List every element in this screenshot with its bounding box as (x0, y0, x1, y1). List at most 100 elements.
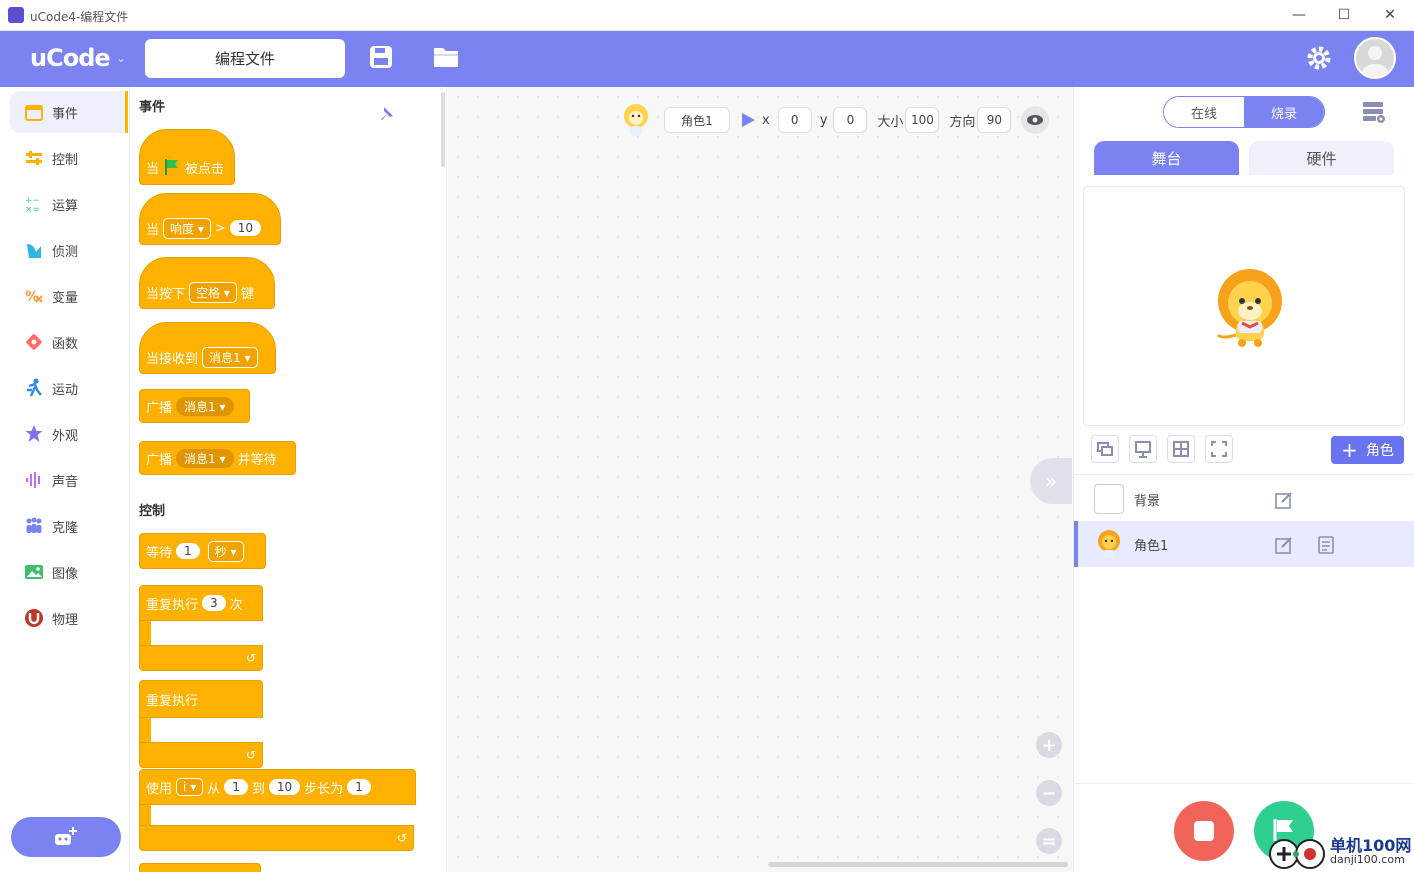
window-title: uCode4-编程文件 (30, 10, 129, 24)
block-when-flag-clicked[interactable]: 当 被点击 (139, 129, 235, 185)
value-slot[interactable]: 1 (347, 779, 371, 795)
pin-icon[interactable] (377, 105, 395, 123)
script-workspace[interactable] (448, 87, 1073, 872)
sprite-name-field[interactable]: 角色1 (664, 107, 730, 133)
right-panel: 在线 烧录 舞台 硬件 + 角色 背景 角色1 (1073, 87, 1414, 872)
block-when-key-pressed[interactable]: 当按下 空格 ▾ 键 (139, 257, 275, 309)
value-slot[interactable]: 10 (268, 779, 301, 795)
value-slot[interactable]: 10 (229, 220, 262, 236)
category-sensing[interactable]: 侦测 (10, 229, 128, 271)
lion-sprite[interactable] (1210, 263, 1290, 353)
category-operators[interactable]: +− ×= 运算 (10, 183, 128, 225)
save-icon[interactable] (368, 44, 394, 70)
grid-icon (1173, 441, 1189, 457)
monitor-icon (1135, 441, 1151, 458)
category-label: 侦测 (52, 244, 79, 260)
stage-canvas[interactable] (1083, 186, 1405, 426)
category-label: 声音 (52, 474, 79, 490)
block-when-receive-message[interactable]: 当接收到 消息1 ▾ (139, 322, 276, 374)
green-flag-icon (165, 159, 179, 175)
mode-toggle[interactable]: 在线 烧录 (1163, 96, 1325, 128)
zoom-out-button[interactable]: − (1036, 780, 1062, 806)
direction-field[interactable]: 90 (977, 107, 1012, 133)
category-events[interactable]: 事件 (10, 91, 128, 133)
category-label: 事件 (52, 106, 79, 122)
palette-scrollbar[interactable] (441, 92, 445, 167)
block-broadcast-and-wait[interactable]: 广播 消息1 ▾ 并等待 (139, 441, 296, 475)
eye-icon (1027, 115, 1044, 125)
size-field[interactable]: 100 (905, 107, 940, 133)
category-looks[interactable]: 外观 (10, 413, 128, 455)
maximize-button[interactable]: ☐ (1329, 5, 1359, 25)
copy-icon[interactable] (1316, 535, 1336, 555)
unit-dropdown[interactable]: 秒 ▾ (207, 540, 244, 562)
variable-dropdown[interactable]: i ▾ (176, 778, 204, 796)
file-name-field[interactable]: 编程文件 (145, 39, 345, 78)
layout-settings-icon[interactable] (1362, 100, 1386, 124)
block-broadcast[interactable]: 广播 消息1 ▾ (139, 389, 250, 423)
y-coordinate-field[interactable]: 0 (833, 107, 868, 133)
presentation-button[interactable] (1129, 435, 1157, 463)
gear-icon[interactable] (1305, 44, 1333, 72)
operator-icon: +−×= (25, 196, 40, 214)
category-label: 外观 (52, 428, 79, 444)
category-sound[interactable]: 声音 (10, 459, 128, 501)
divider (1074, 783, 1414, 784)
list-item-sprite[interactable]: 角色1 (1074, 521, 1414, 567)
category-physics[interactable]: 物理 (10, 597, 128, 639)
mode-online-option[interactable]: 在线 (1164, 97, 1244, 127)
message-dropdown[interactable]: 消息1 ▾ (176, 396, 234, 416)
mode-burn-option[interactable]: 烧录 (1244, 97, 1324, 127)
category-label: 控制 (52, 152, 79, 168)
lion-sprite-icon (624, 104, 648, 136)
key-dropdown[interactable]: 空格 ▾ (189, 281, 237, 303)
sensor-dropdown[interactable]: 响度 ▾ (163, 217, 211, 239)
list-item-background[interactable]: 背景 (1074, 476, 1414, 522)
zoom-reset-button[interactable]: = (1036, 828, 1062, 854)
block-forever[interactable]: 重复执行 ↺ (139, 680, 263, 768)
category-variables[interactable]: % 变量 (10, 275, 128, 317)
fullscreen-button[interactable] (1205, 435, 1233, 463)
zoom-in-button[interactable]: + (1036, 732, 1062, 758)
category-label: 运动 (52, 382, 79, 398)
top-toolbar: uCode ⌄ 编程文件 (0, 31, 1414, 87)
category-motion[interactable]: 运动 (10, 367, 128, 409)
edit-icon[interactable] (1274, 535, 1294, 555)
close-button[interactable]: ✕ (1375, 5, 1405, 25)
block-repeat-n-times[interactable]: 重复执行 3 次 ↺ (139, 585, 263, 671)
minimize-button[interactable]: — (1284, 5, 1314, 25)
value-slot[interactable]: 3 (202, 595, 226, 611)
block-partial[interactable] (139, 863, 261, 872)
physics-icon (25, 609, 43, 627)
add-extension-button[interactable] (11, 817, 121, 857)
category-control[interactable]: 控制 (10, 137, 128, 179)
value-slot[interactable]: 1 (224, 779, 248, 795)
category-label: 克隆 (52, 520, 79, 536)
message-dropdown[interactable]: 消息1 ▾ (176, 448, 234, 468)
tab-hardware[interactable]: 硬件 (1249, 141, 1394, 175)
brand-logo[interactable]: uCode (30, 44, 111, 72)
block-when-sensor-greater[interactable]: 当 响度 ▾ > 10 (139, 193, 281, 245)
sound-icon (26, 472, 40, 488)
block-wait[interactable]: 等待 1 秒 ▾ (139, 533, 266, 569)
folder-icon[interactable] (432, 44, 460, 70)
block-for-loop[interactable]: 使用 i ▾ 从 1 到 10 步长为 1 ↺ (139, 769, 416, 851)
stop-icon (1194, 821, 1214, 841)
category-clone[interactable]: 克隆 (10, 505, 128, 547)
stop-button[interactable] (1174, 801, 1234, 861)
tab-stage[interactable]: 舞台 (1094, 141, 1239, 175)
edit-icon[interactable] (1274, 490, 1294, 510)
category-image[interactable]: 图像 (10, 551, 128, 593)
x-coordinate-field[interactable]: 0 (777, 107, 812, 133)
message-dropdown[interactable]: 消息1 ▾ (202, 346, 258, 368)
grid-button[interactable] (1167, 435, 1195, 463)
add-role-button[interactable]: + 角色 (1331, 436, 1404, 464)
category-functions[interactable]: 函数 (10, 321, 128, 363)
small-stage-button[interactable] (1091, 435, 1119, 463)
collapse-panel-button[interactable]: » (1030, 458, 1072, 504)
workspace-horizontal-scrollbar[interactable] (768, 862, 1068, 867)
visibility-toggle[interactable] (1021, 106, 1050, 134)
chevron-down-icon[interactable]: ⌄ (116, 51, 126, 65)
value-slot[interactable]: 1 (176, 543, 200, 559)
avatar[interactable] (1354, 37, 1396, 79)
